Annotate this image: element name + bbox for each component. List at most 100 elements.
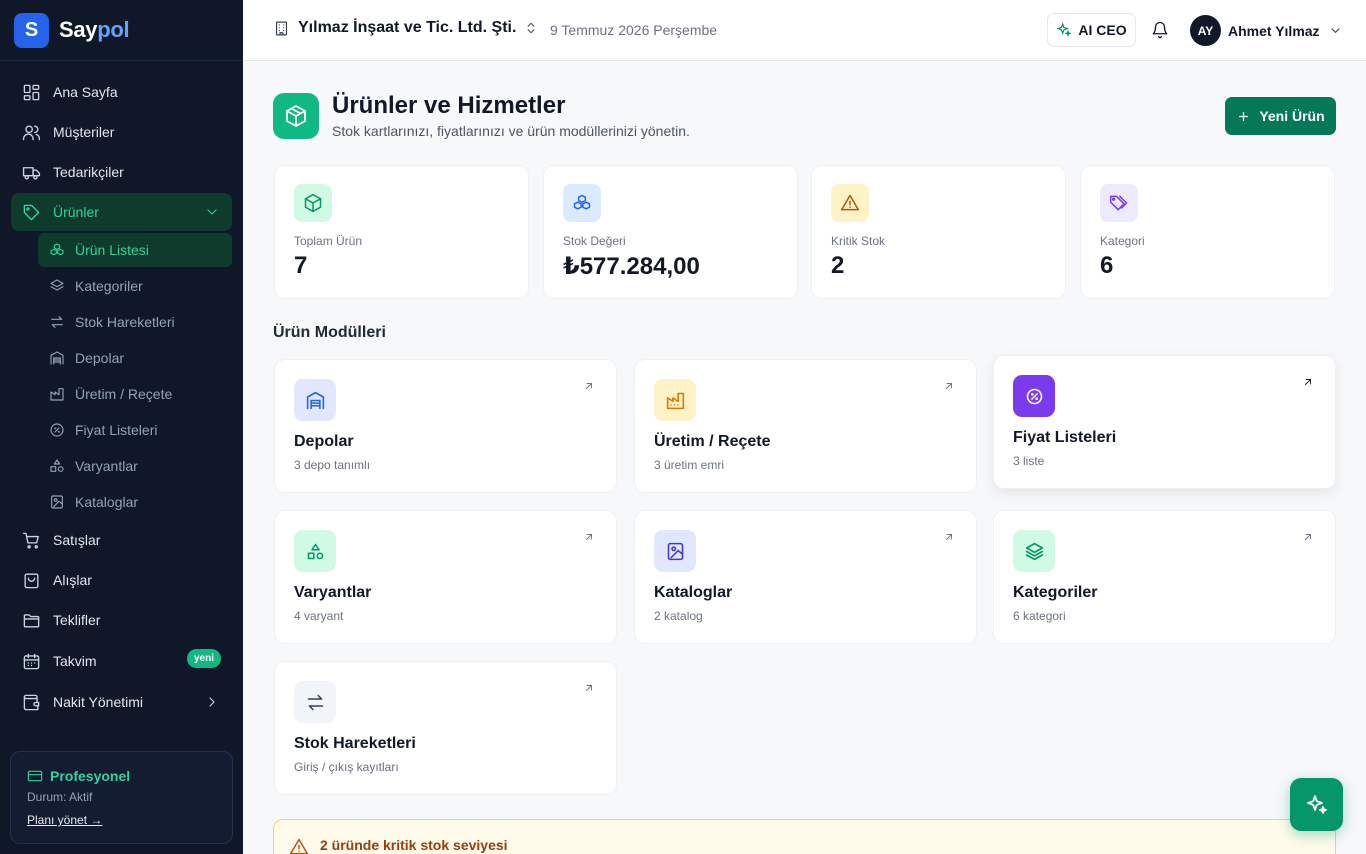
book-image-icon: [667, 542, 683, 560]
tag-icon: [23, 204, 40, 220]
sidebar-subitem-label: Stok Hareketleri: [75, 314, 175, 330]
chevron-right-icon: [209, 697, 215, 707]
arrow-up-right-icon: [946, 534, 952, 540]
layers-icon: [50, 279, 64, 291]
company-selector[interactable]: Yılmaz İnşaat ve Tic. Ltd. Şti.: [273, 19, 538, 37]
sidebar-item-ana-sayfa[interactable]: Ana Sayfa: [11, 73, 232, 111]
sidebar-subitem-label: Ürün Listesi: [75, 242, 149, 258]
stat-label: Kritik Stok: [831, 234, 886, 248]
critical-stock-alert: 2 üründe kritik stok seviyesi: [273, 819, 1336, 854]
stat-value: 2: [831, 252, 845, 279]
sidebar-subitem-label: Depolar: [75, 350, 125, 366]
sidebar-item-label: Ana Sayfa: [53, 84, 118, 100]
sidebar-subitem-label: Üretim / Reçete: [75, 386, 173, 402]
credit-card-icon: [27, 770, 43, 782]
package-icon: [286, 105, 306, 127]
folder-icon: [23, 613, 40, 628]
brand-name-part2: pol: [97, 17, 130, 42]
brand-name: Saypol: [59, 17, 130, 43]
bell-icon[interactable]: [1151, 21, 1169, 39]
shapes-icon: [50, 459, 64, 472]
chevron-down-icon: [1330, 28, 1340, 34]
module-card-fiyat-listeleri[interactable]: Fiyat Listeleri 3 liste: [993, 355, 1336, 489]
tags-icon: [1109, 195, 1128, 211]
package-icon: [304, 193, 322, 213]
sidebar-item-label: Takvim: [53, 653, 97, 669]
sidebar-subitem-fiyat-listeleri[interactable]: Fiyat Listeleri: [38, 413, 232, 447]
truck-icon: [22, 166, 41, 180]
top-header: Yılmaz İnşaat ve Tic. Ltd. Şti. 9 Temmuz…: [243, 0, 1366, 61]
manage-plan-link[interactable]: Planı yönet →: [27, 813, 102, 827]
module-desc: 3 depo tanımlı: [294, 458, 371, 472]
module-name: Kataloglar: [654, 584, 733, 601]
sidebar-subitem-label: Kategoriler: [75, 278, 143, 294]
sidebar-item-satislar[interactable]: Satışlar: [11, 521, 232, 559]
module-icon: [1013, 530, 1055, 572]
warning-icon: [840, 194, 860, 211]
sidebar-item-label: Müşteriler: [53, 124, 115, 140]
module-icon: [654, 530, 696, 572]
sidebar-item-teklifler[interactable]: Teklifler: [11, 601, 232, 639]
stat-card-toplam-urun: Toplam Ürün 7: [274, 165, 529, 299]
sidebar-subitem-uretim-recete[interactable]: Üretim / Reçete: [38, 377, 232, 411]
ai-ceo-button[interactable]: AI CEO: [1047, 13, 1136, 47]
module-name: Varyantlar: [294, 584, 372, 601]
boxes-icon: [50, 243, 64, 256]
arrows-exchange-icon: [51, 316, 63, 328]
sidebar-item-musteriler[interactable]: Müşteriler: [11, 113, 232, 151]
sidebar-subitem-urun-listesi[interactable]: Ürün Listesi: [38, 233, 232, 267]
sidebar-subitem-label: Fiyat Listeleri: [75, 422, 158, 438]
brand[interactable]: S Saypol: [0, 0, 243, 61]
module-card-depolar[interactable]: Depolar 3 depo tanımlı: [274, 359, 617, 493]
sidebar-item-takvim[interactable]: Takvim yeni: [11, 641, 232, 681]
new-product-button[interactable]: Yeni Ürün: [1225, 97, 1336, 135]
layers-icon: [1025, 542, 1043, 560]
sidebar-item-alislar[interactable]: Alışlar: [11, 561, 232, 599]
module-card-uretim-recete[interactable]: Üretim / Reçete 3 üretim emri: [634, 359, 977, 493]
stat-value: 7: [294, 252, 308, 279]
module-name: Fiyat Listeleri: [1013, 429, 1117, 446]
book-image-icon: [51, 495, 63, 509]
user-menu[interactable]: AY Ahmet Yılmaz: [1190, 15, 1343, 46]
module-icon: [654, 379, 696, 421]
plus-icon: [1239, 111, 1249, 121]
shapes-icon: [307, 543, 323, 559]
stat-label: Toplam Ürün: [294, 234, 363, 248]
module-name: Üretim / Reçete: [654, 433, 771, 450]
stat-value: ₺577.284,00: [563, 253, 700, 280]
module-desc: 2 katalog: [654, 609, 703, 623]
arrow-up-right-icon: [586, 534, 592, 540]
sidebar-submenu: Ürün Listesi Kategoriler Stok Hareketler…: [38, 233, 232, 519]
sidebar-item-nakit-yonetimi[interactable]: Nakit Yönetimi: [11, 683, 232, 721]
layout-grid-icon: [23, 84, 40, 100]
stat-icon: [563, 184, 601, 222]
module-card-stok-hareketleri[interactable]: Stok Hareketleri Giriş / çıkış kayıtları: [274, 661, 617, 795]
module-card-kategoriler[interactable]: Kategoriler 6 kategori: [993, 510, 1336, 644]
page-icon: [273, 93, 319, 139]
arrows-exchange-icon: [307, 694, 323, 710]
factory-icon: [50, 388, 64, 401]
module-card-varyantlar[interactable]: Varyantlar 4 varyant: [274, 510, 617, 644]
sidebar-subitem-varyantlar[interactable]: Varyantlar: [38, 449, 232, 483]
module-card-kataloglar[interactable]: Kataloglar 2 katalog: [634, 510, 977, 644]
sidebar-subitem-kategoriler[interactable]: Kategoriler: [38, 269, 232, 303]
stat-card-kritik-stok: Kritik Stok 2: [811, 165, 1066, 299]
chevron-down-icon: [207, 209, 217, 215]
sidebar-item-urunler[interactable]: Ürünler: [11, 193, 232, 231]
module-desc: 3 liste: [1013, 454, 1045, 468]
module-icon: [294, 681, 336, 723]
stat-icon: [294, 184, 332, 222]
company-name: Yılmaz İnşaat ve Tic. Ltd. Şti.: [298, 19, 517, 36]
warning-icon: [289, 838, 309, 854]
sidebar-subitem-depolar[interactable]: Depolar: [38, 341, 232, 375]
ai-assistant-fab[interactable]: [1290, 778, 1343, 831]
sidebar-subitem-stok-hareketleri[interactable]: Stok Hareketleri: [38, 305, 232, 339]
chevrons-up-down-icon: [528, 22, 535, 34]
sidebar-item-label: Nakit Yönetimi: [53, 694, 144, 710]
sidebar-subitem-kataloglar[interactable]: Kataloglar: [38, 485, 232, 519]
brand-logo: S: [14, 12, 49, 48]
stat-icon: [831, 184, 869, 222]
stat-icon: [1100, 184, 1138, 222]
sidebar-item-tedarikciler[interactable]: Tedarikçiler: [11, 153, 232, 191]
plan-card: Profesyonel Durum: Aktif Planı yönet →: [10, 751, 233, 844]
